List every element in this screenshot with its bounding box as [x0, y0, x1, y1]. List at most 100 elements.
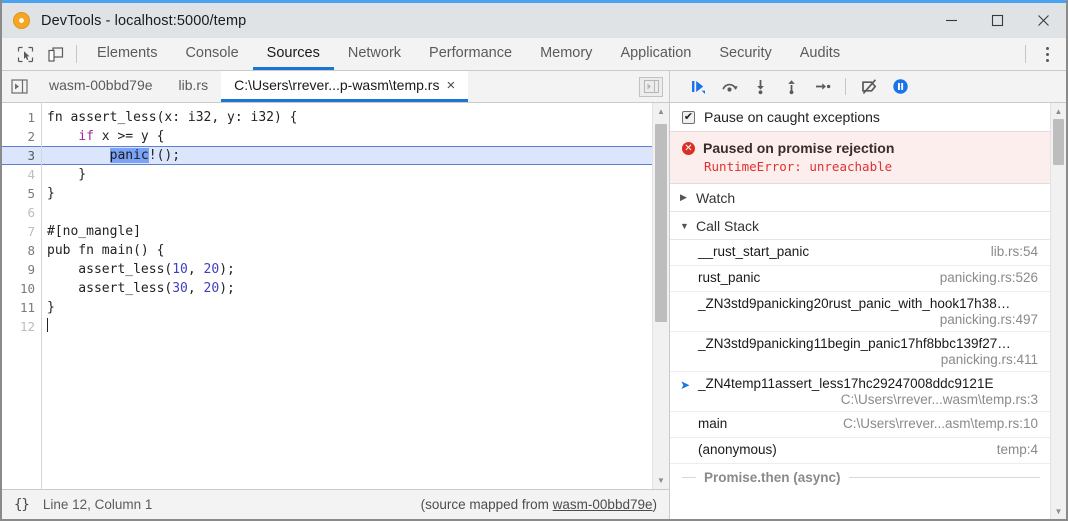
scroll-down-arrow-icon[interactable]: ▼ — [1051, 503, 1067, 519]
call-stack-frame[interactable]: _ZN3std9panicking11begin_panic17hf8bbc13… — [670, 332, 1050, 372]
maximize-button[interactable] — [974, 3, 1020, 38]
debugger-scrollbar-track[interactable] — [1051, 119, 1066, 503]
call-stack-frame[interactable]: main C:\Users\rrever...asm\temp.rs:10 — [670, 412, 1050, 438]
chevron-down-icon: ▼ — [680, 220, 689, 231]
line-number[interactable]: 6 — [2, 203, 41, 222]
tab-console[interactable]: Console — [171, 38, 252, 70]
step-out-icon[interactable] — [777, 74, 805, 100]
scroll-up-arrow-icon[interactable]: ▲ — [653, 103, 670, 120]
source-map-suffix: ) — [652, 497, 658, 512]
step-icon[interactable] — [808, 74, 836, 100]
tab-elements[interactable]: Elements — [83, 38, 171, 70]
code-line[interactable]: } — [42, 298, 652, 317]
call-stack-frame[interactable]: __rust_start_panic lib.rs:54 — [670, 240, 1050, 266]
source-map-prefix: (source mapped from — [420, 497, 553, 512]
tab-network[interactable]: Network — [334, 38, 415, 70]
code-token: if — [78, 129, 94, 144]
pause-on-caught-exceptions-row[interactable]: ✔ Pause on caught exceptions — [670, 103, 1050, 131]
tab-audits[interactable]: Audits — [786, 38, 854, 70]
inspect-element-icon[interactable] — [10, 38, 40, 70]
code-token: 30 — [172, 281, 188, 296]
code-line[interactable]: } — [42, 184, 652, 203]
device-toolbar-icon[interactable] — [40, 38, 70, 70]
more-options-icon[interactable] — [1032, 38, 1062, 70]
line-number[interactable]: 8 — [2, 241, 41, 260]
code-scroll-area: 1 2 3 4 5 6 7 8 9 10 11 12 fn assert_les… — [2, 103, 652, 489]
call-stack-frame-current[interactable]: ➤ _ZN4temp11assert_less17hc29247008ddc912… — [670, 372, 1050, 412]
call-stack-frame-location: C:\Users\rrever...asm\temp.rs:10 — [842, 416, 1038, 431]
call-stack-frame[interactable]: rust_panic panicking.rs:526 — [670, 266, 1050, 292]
step-into-icon[interactable] — [746, 74, 774, 100]
code-content[interactable]: fn assert_less(x: i32, y: i32) { if x >=… — [42, 103, 652, 489]
error-icon: ✕ — [682, 141, 695, 155]
line-number[interactable]: 5 — [2, 184, 41, 203]
window-title: DevTools - localhost:5000/temp — [41, 12, 247, 29]
file-tab-temp-rs[interactable]: C:\Users\rrever...p-wasm\temp.rs × — [221, 71, 469, 102]
code-token: ); — [219, 281, 235, 296]
debugger-scrollbar-thumb[interactable] — [1053, 119, 1064, 165]
tab-application[interactable]: Application — [606, 38, 705, 70]
deactivate-breakpoints-icon[interactable] — [855, 74, 883, 100]
editor-scrollbar[interactable]: ▲ ▼ — [652, 103, 669, 489]
call-stack-frame-function: _ZN3std9panicking20rust_panic_with_hook1… — [698, 296, 1011, 311]
code-line[interactable]: #[no_mangle] — [42, 222, 652, 241]
line-number[interactable]: 10 — [2, 279, 41, 298]
code-editor[interactable]: 1 2 3 4 5 6 7 8 9 10 11 12 fn assert_les… — [2, 103, 669, 489]
editor-scrollbar-thumb[interactable] — [655, 124, 667, 322]
watch-section-header[interactable]: ▶ Watch — [670, 184, 1050, 212]
call-stack-frame[interactable]: _ZN3std9panicking20rust_panic_with_hook1… — [670, 292, 1050, 332]
file-tab-lib-rs[interactable]: lib.rs — [166, 71, 222, 102]
minimize-button[interactable] — [928, 3, 974, 38]
code-line[interactable] — [42, 317, 652, 336]
show-navigator-icon[interactable] — [2, 71, 36, 102]
scroll-up-arrow-icon[interactable]: ▲ — [1051, 103, 1067, 119]
call-stack-frame-function: __rust_start_panic — [698, 244, 810, 259]
scroll-down-arrow-icon[interactable]: ▼ — [653, 472, 670, 489]
code-line[interactable]: assert_less(30, 20); — [42, 279, 652, 298]
source-map-link[interactable]: wasm-00bbd79e — [553, 497, 653, 512]
tab-performance[interactable]: Performance — [415, 38, 526, 70]
call-stack-frame[interactable]: (anonymous) temp:4 — [670, 438, 1050, 464]
line-number[interactable]: 12 — [2, 317, 41, 336]
line-number[interactable]: 9 — [2, 260, 41, 279]
line-number-current[interactable]: 3 — [2, 146, 41, 165]
code-token: ); — [219, 262, 235, 277]
resume-script-execution-icon[interactable] — [684, 74, 712, 100]
line-number[interactable]: 11 — [2, 298, 41, 317]
editor-scrollbar-track[interactable] — [653, 120, 669, 472]
close-tab-icon[interactable]: × — [446, 78, 455, 93]
code-line[interactable]: assert_less(10, 20); — [42, 260, 652, 279]
tab-sources[interactable]: Sources — [252, 38, 334, 70]
pretty-print-icon[interactable]: {} — [14, 497, 30, 513]
close-button[interactable] — [1020, 3, 1066, 38]
call-stack-frame-location: panicking.rs:526 — [939, 270, 1038, 285]
step-over-icon[interactable] — [715, 74, 743, 100]
line-number[interactable]: 1 — [2, 108, 41, 127]
code-token: , — [187, 262, 204, 277]
code-line[interactable]: pub fn main() { — [42, 241, 652, 260]
file-tab-wasm[interactable]: wasm-00bbd79e — [36, 71, 166, 102]
debugger-toolbar — [670, 71, 1066, 103]
code-line[interactable]: fn assert_less(x: i32, y: i32) { — [42, 108, 652, 127]
pause-on-caught-exceptions-checkbox[interactable]: ✔ — [682, 110, 695, 124]
code-token: pub fn main() { — [47, 243, 165, 258]
code-line-current[interactable]: panic!(); — [42, 146, 652, 165]
line-number[interactable]: 4 — [2, 165, 41, 184]
current-frame-arrow-icon: ➤ — [680, 378, 691, 392]
code-line[interactable]: if x >= y { — [42, 127, 652, 146]
call-stack-section-header[interactable]: ▼ Call Stack — [670, 212, 1050, 240]
debugger-scrollbar[interactable]: ▲ ▼ — [1050, 103, 1066, 519]
line-number[interactable]: 7 — [2, 222, 41, 241]
line-number[interactable]: 2 — [2, 127, 41, 146]
code-line[interactable]: } — [42, 165, 652, 184]
tab-security[interactable]: Security — [705, 38, 785, 70]
pause-on-exceptions-icon[interactable] — [886, 74, 914, 100]
call-stack-frame-location: lib.rs:54 — [990, 244, 1038, 259]
call-stack-frame-function: _ZN3std9panicking11begin_panic17hf8bbc13… — [698, 336, 1011, 351]
code-line[interactable] — [42, 203, 652, 222]
tab-memory[interactable]: Memory — [526, 38, 606, 70]
call-stack-frame-location: C:\Users\rrever...wasm\temp.rs:3 — [840, 392, 1038, 407]
collapse-sidebar-icon[interactable] — [639, 76, 663, 97]
code-token: 20 — [203, 262, 220, 277]
